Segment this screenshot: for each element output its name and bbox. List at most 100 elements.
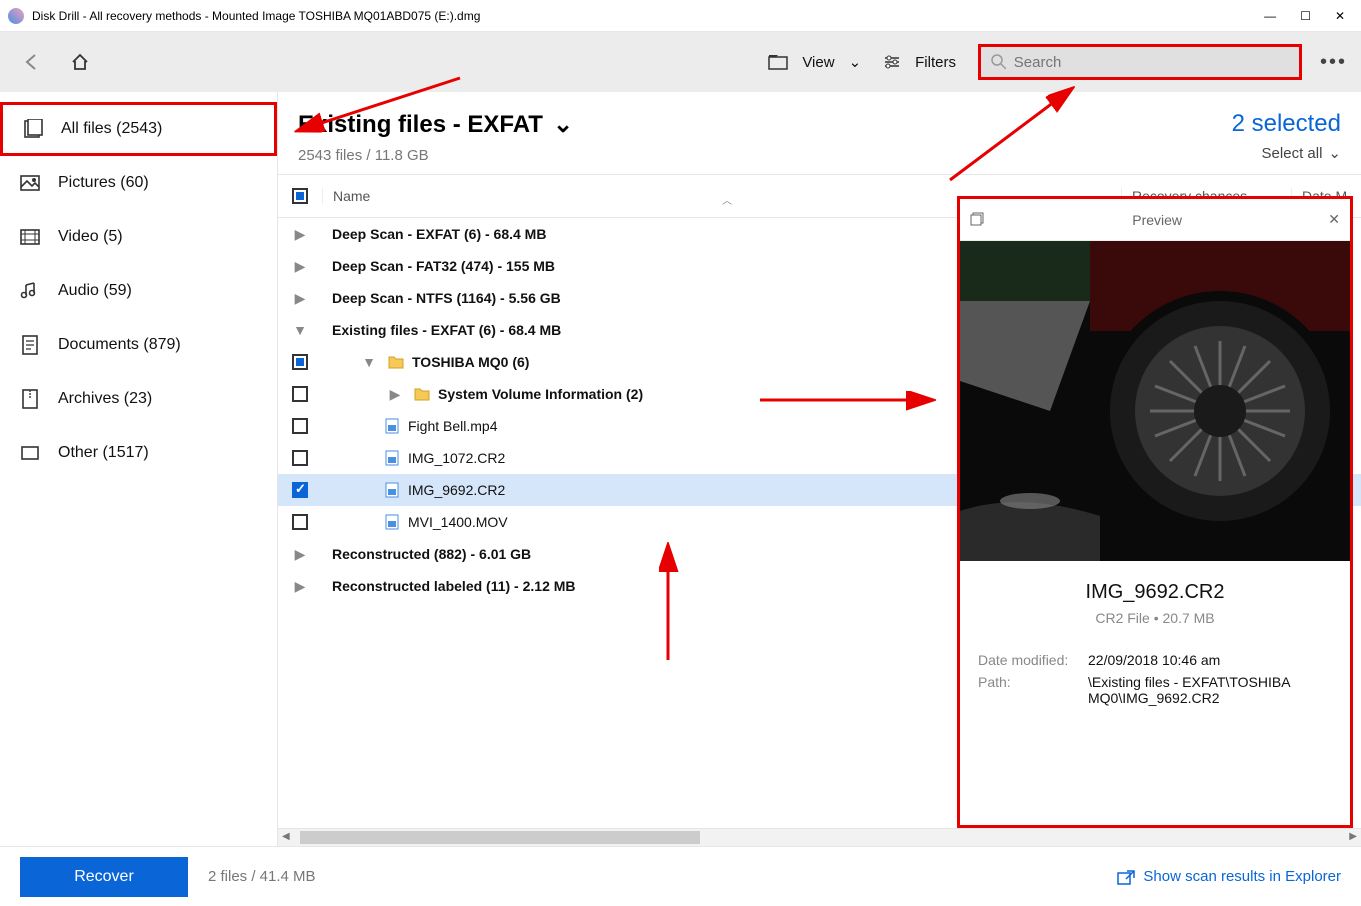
view-dropdown[interactable]: View ⌄ [768,53,861,71]
app-icon [8,8,24,24]
file-icon [384,450,400,466]
expand-icon[interactable]: ▶ [289,546,311,563]
row-name: Reconstructed labeled (11) - 2.12 MB [332,578,576,594]
row-checkbox[interactable] [292,450,308,466]
folder-icon [768,54,788,70]
content-subtitle: 2543 files / 11.8 GB [298,147,1341,164]
sidebar-item-label: Pictures (60) [58,174,149,192]
preview-filename: IMG_9692.CR2 [978,581,1332,604]
sidebar-item-label: Documents (879) [58,336,181,354]
row-name: TOSHIBA MQ0 (6) [412,354,529,370]
preview-path-value: \Existing files - EXFAT\TOSHIBA MQ0\IMG_… [1088,674,1332,706]
window-title: Disk Drill - All recovery methods - Moun… [32,9,480,23]
sidebar-item-documents[interactable]: Documents (879) [0,318,277,372]
search-input[interactable] [1014,54,1289,71]
close-preview-button[interactable]: ✕ [1328,211,1340,228]
minimize-button[interactable]: — [1264,9,1276,23]
filters-button[interactable]: Filters [883,54,956,71]
preview-path-label: Path: [978,674,1088,706]
row-checkbox[interactable] [292,354,308,370]
row-checkbox[interactable] [292,386,308,402]
expand-icon[interactable]: ▶ [289,258,311,275]
filters-label: Filters [915,54,956,71]
horizontal-scrollbar[interactable]: ◀ ▶ [278,828,1361,846]
preview-image [960,241,1350,561]
row-name: MVI_1400.MOV [408,514,508,530]
preview-title: Preview [986,212,1328,228]
sidebar-item-video[interactable]: Video (5) [0,210,277,264]
home-button[interactable] [62,44,98,80]
select-all-button[interactable]: Select all ⌄ [1232,144,1341,162]
row-name: IMG_1072.CR2 [408,450,505,466]
row-name: Existing files - EXFAT (6) - 68.4 MB [332,322,561,338]
content-title-text: Existing files - EXFAT [298,111,543,139]
sidebar-item-audio[interactable]: Audio (59) [0,264,277,318]
detach-icon[interactable] [970,210,986,229]
row-name: Fight Bell.mp4 [408,418,497,434]
row-checkbox[interactable] [292,514,308,530]
picture-icon [20,173,40,193]
preview-date-label: Date modified: [978,652,1088,668]
row-name: IMG_9692.CR2 [408,482,505,498]
view-label: View [802,54,834,71]
folder-icon [388,354,404,370]
show-in-explorer-link[interactable]: Show scan results in Explorer [1117,868,1341,885]
row-name: System Volume Information (2) [438,386,643,402]
sidebar-item-label: Archives (23) [58,390,152,408]
document-icon [20,335,40,355]
row-name: Reconstructed (882) - 6.01 GB [332,546,531,562]
file-icon [384,514,400,530]
files-icon [23,119,43,139]
select-all-label: Select all [1262,145,1323,162]
other-icon [20,443,40,463]
scroll-right-icon[interactable]: ▶ [1349,831,1357,842]
sort-asc-icon: ︿ [722,192,732,207]
scrollbar-thumb[interactable] [300,831,700,844]
sidebar: All files (2543) Pictures (60) Video (5)… [0,92,278,846]
maximize-button[interactable]: ☐ [1300,9,1311,23]
sidebar-item-pictures[interactable]: Pictures (60) [0,156,277,210]
file-icon [384,418,400,434]
sidebar-item-other[interactable]: Other (1517) [0,426,277,480]
archive-icon [20,389,40,409]
close-button[interactable]: ✕ [1335,9,1345,23]
expand-icon[interactable]: ▶ [384,386,406,403]
expand-icon[interactable]: ▶ [289,578,311,595]
header-checkbox[interactable] [292,188,308,204]
recover-button[interactable]: Recover [20,857,188,897]
sidebar-item-label: Audio (59) [58,282,132,300]
selection-count: 2 selected [1232,110,1341,138]
chevron-down-icon: ⌄ [553,110,573,139]
sidebar-item-label: Other (1517) [58,444,149,462]
preview-date-value: 22/09/2018 10:46 am [1088,652,1332,668]
back-button[interactable] [14,44,50,80]
sidebar-item-label: Video (5) [58,228,123,246]
expand-icon[interactable]: ▶ [289,290,311,307]
preview-filetype: CR2 File • 20.7 MB [978,610,1332,626]
more-button[interactable]: ••• [1320,51,1347,74]
window-controls: — ☐ ✕ [1264,9,1353,23]
row-checkbox[interactable] [292,482,308,498]
scroll-left-icon[interactable]: ◀ [282,831,290,842]
expand-icon[interactable]: ▼ [358,354,380,370]
file-icon [384,482,400,498]
search-box[interactable] [978,44,1302,80]
content-title[interactable]: Existing files - EXFAT ⌄ [298,110,1341,139]
chevron-down-icon: ⌄ [1328,144,1341,162]
audio-icon [20,281,40,301]
preview-panel: Preview ✕ IMG_9692.CR2 CR2 File • 20.7 M… [957,196,1353,828]
sidebar-item-label: All files (2543) [61,120,162,138]
sidebar-item-all-files[interactable]: All files (2543) [0,102,277,156]
chevron-down-icon: ⌄ [849,53,862,71]
sliders-icon [883,54,901,70]
row-name: Deep Scan - FAT32 (474) - 155 MB [332,258,555,274]
external-link-icon [1117,869,1135,885]
expand-icon[interactable]: ▶ [289,226,311,243]
expand-icon[interactable]: ▼ [289,322,311,338]
bottom-bar: Recover 2 files / 41.4 MB Show scan resu… [0,846,1361,906]
sidebar-item-archives[interactable]: Archives (23) [0,372,277,426]
explorer-link-label: Show scan results in Explorer [1143,868,1341,885]
search-icon [991,54,1006,70]
row-checkbox[interactable] [292,418,308,434]
row-name: Deep Scan - NTFS (1164) - 5.56 GB [332,290,561,306]
